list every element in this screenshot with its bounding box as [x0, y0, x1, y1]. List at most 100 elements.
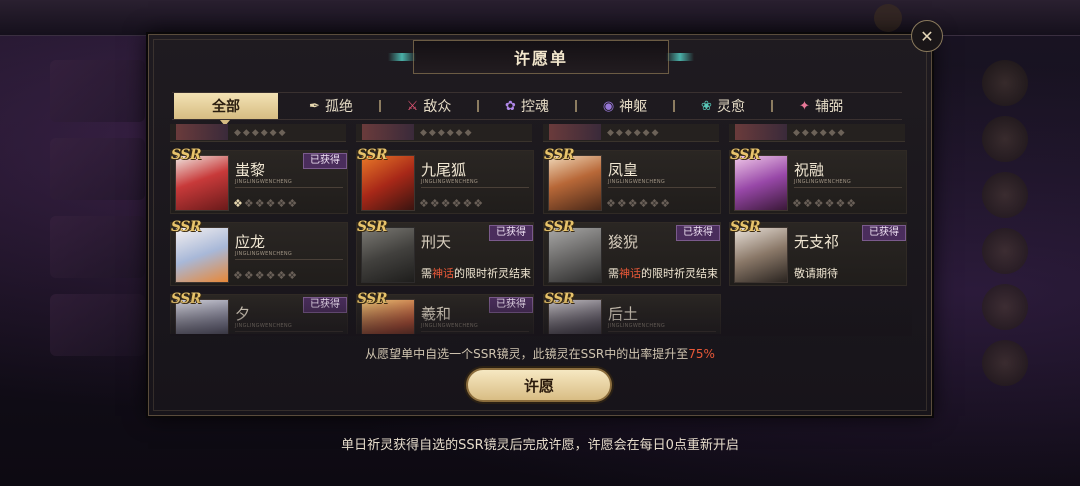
card-partial[interactable]: ◆◆◆◆◆◆ — [356, 124, 532, 142]
background-right-panel — [970, 50, 1040, 430]
owned-badge: 已获得 — [676, 225, 720, 241]
spirit-subtitle: JINGLINGWENCHENG — [235, 179, 343, 188]
close-icon: ✕ — [920, 26, 934, 46]
title-ornament-right — [666, 53, 694, 61]
spirit-card[interactable]: SSR 刑天 需神话的限时祈灵结束 已获得 — [356, 219, 534, 286]
resource-icon — [874, 4, 902, 32]
lotus-icon: ❀ — [701, 98, 712, 114]
card-partial[interactable]: ◆◆◆◆◆◆ — [170, 124, 346, 142]
spirit-portrait — [175, 155, 229, 211]
tab-label: 灵愈 — [716, 99, 745, 115]
card-partial[interactable]: ◆◆◆◆◆◆ — [729, 124, 905, 142]
spirit-portrait — [734, 227, 788, 283]
spirit-name: 夕 — [235, 305, 251, 323]
tab-label: 敌众 — [423, 99, 452, 115]
tab-label: 神躯 — [619, 99, 648, 115]
spirit-name: 刑天 — [421, 233, 452, 251]
rarity-label: SSR — [730, 219, 761, 235]
spirit-card[interactable]: SSR 后土 JINGLINGWENCHENG — [543, 291, 721, 334]
rarity-label: SSR — [357, 147, 388, 163]
close-button[interactable]: ✕ — [911, 20, 943, 52]
spirit-card[interactable]: SSR 狻猊 需神话的限时祈灵结束 已获得 — [543, 219, 721, 286]
spirit-card[interactable]: SSR 九尾狐 JINGLINGWENCHENG ❖❖❖❖❖❖ — [356, 147, 534, 214]
card-partial[interactable]: ◆◆◆◆◆◆ — [543, 124, 719, 142]
spirit-card-grid[interactable]: ◆◆◆◆◆◆ ◆◆◆◆◆◆ ◆◆◆◆◆◆ ◆◆◆◆◆◆ SSR 蚩黎 JINGL… — [170, 124, 912, 334]
spirit-name: 凤皇 — [608, 161, 639, 179]
spirit-card[interactable]: SSR 无支祁 敬请期待 已获得 — [729, 219, 907, 286]
tab-all[interactable]: 全部 — [174, 93, 278, 126]
tab-divine-body[interactable]: ◉ 神躯 — [590, 93, 660, 119]
dagger-icon: ✒ — [309, 98, 320, 114]
slash-icon: ⚔ — [406, 98, 419, 114]
wish-button-label: 许愿 — [523, 376, 554, 395]
spirit-card[interactable]: SSR 蚩黎 JINGLINGWENCHENG ❖❖❖❖❖❖ 已获得 — [170, 147, 348, 214]
rarity-label: SSR — [544, 147, 575, 163]
partial-row: ◆◆◆◆◆◆ ◆◆◆◆◆◆ ◆◆◆◆◆◆ ◆◆◆◆◆◆ — [170, 124, 912, 142]
spirit-name: 应龙 — [235, 233, 266, 251]
footer-note: 单日祈灵获得自选的SSR镜灵后完成许愿，许愿会在每日0点重新开启 — [341, 438, 739, 453]
spirit-card[interactable]: SSR 夕 JINGLINGWENCHENG 已获得 — [170, 291, 348, 334]
spirit-subtitle: JINGLINGWENCHENG — [794, 179, 902, 188]
spirit-name: 无支祁 — [794, 233, 840, 251]
tab-solitary[interactable]: ✒ 孤绝 — [296, 93, 366, 119]
spirit-subtitle: JINGLINGWENCHENG — [235, 323, 343, 332]
awaken-progress: ❖❖❖❖❖❖ — [233, 197, 299, 210]
spirit-portrait — [361, 155, 415, 211]
spirit-name: 狻猊 — [608, 233, 639, 251]
spirit-subtitle: JINGLINGWENCHENG — [608, 323, 716, 332]
awaken-progress: ❖❖❖❖❖❖ — [606, 197, 672, 210]
spirit-subtitle: JINGLINGWENCHENG — [608, 179, 716, 188]
spirit-portrait — [548, 155, 602, 211]
tab-label: 控魂 — [520, 99, 549, 115]
title-ornament-left — [388, 53, 416, 61]
spirit-portrait — [175, 227, 229, 283]
tab-support[interactable]: ✦ 辅弼 — [786, 93, 856, 119]
spirit-portrait — [734, 155, 788, 211]
spirit-subtitle: JINGLINGWENCHENG — [235, 251, 343, 260]
spirit-icon: ✿ — [505, 98, 516, 114]
rarity-label: SSR — [171, 147, 202, 163]
owned-badge: 已获得 — [489, 225, 533, 241]
unlock-requirement: 需神话的限时祈灵结束 — [421, 267, 531, 280]
spirit-card[interactable]: SSR 祝融 JINGLINGWENCHENG ❖❖❖❖❖❖ — [729, 147, 907, 214]
rarity-label: SSR — [357, 219, 388, 235]
awaken-progress: ❖❖❖❖❖❖ — [419, 197, 485, 210]
owned-badge: 已获得 — [489, 297, 533, 313]
dialog-title: 许愿单 — [513, 49, 568, 68]
rarity-label: SSR — [171, 219, 202, 235]
spirit-name: 蚩黎 — [235, 161, 266, 179]
owned-badge: 已获得 — [862, 225, 906, 241]
category-tabs: 全部 ✒ 孤绝 ⚔ 敌众 ✿ 控魂 ◉ 神躯 ❀ 灵愈 ✦ 辅弼 — [172, 92, 902, 126]
rate-percentage: 75% — [688, 347, 715, 361]
spirit-portrait — [361, 227, 415, 283]
tab-label: 全部 — [212, 99, 240, 115]
owned-badge: 已获得 — [303, 153, 347, 169]
spirit-name: 羲和 — [421, 305, 452, 323]
spirit-subtitle: JINGLINGWENCHENG — [421, 179, 529, 188]
background-left-panel — [50, 60, 145, 390]
wish-info-text: 从愿望单中自选一个SSR镜灵，此镜灵在SSR中的出率提升至75% — [365, 347, 715, 361]
tab-soul-control[interactable]: ✿ 控魂 — [492, 93, 562, 119]
rarity-label: SSR — [357, 291, 388, 307]
spirit-name: 后土 — [608, 305, 639, 323]
tab-spirit-heal[interactable]: ❀ 灵愈 — [688, 93, 758, 119]
rarity-label: SSR — [544, 219, 575, 235]
spirit-name: 九尾狐 — [421, 161, 467, 179]
spirit-portrait — [548, 227, 602, 283]
rarity-label: SSR — [544, 291, 575, 307]
rarity-label: SSR — [171, 291, 202, 307]
rarity-label: SSR — [730, 147, 761, 163]
dialog-title-plate: 许愿单 — [388, 40, 694, 74]
awaken-progress: ❖❖❖❖❖❖ — [233, 269, 299, 282]
wish-button[interactable]: 许愿 — [466, 368, 612, 402]
spirit-card[interactable]: SSR 应龙 JINGLINGWENCHENG ❖❖❖❖❖❖ — [170, 219, 348, 286]
coming-soon-text: 敬请期待 — [794, 267, 838, 280]
tab-label: 孤绝 — [324, 99, 353, 115]
body-icon: ◉ — [602, 98, 615, 114]
spirit-card[interactable]: SSR 羲和 JINGLINGWENCHENG 已获得 — [356, 291, 534, 334]
tab-label: 辅弼 — [814, 99, 843, 115]
spirit-subtitle: JINGLINGWENCHENG — [421, 323, 529, 332]
spirit-card[interactable]: SSR 凤皇 JINGLINGWENCHENG ❖❖❖❖❖❖ — [543, 147, 721, 214]
awaken-progress: ❖❖❖❖❖❖ — [792, 197, 858, 210]
tab-many-foes[interactable]: ⚔ 敌众 — [394, 93, 464, 119]
